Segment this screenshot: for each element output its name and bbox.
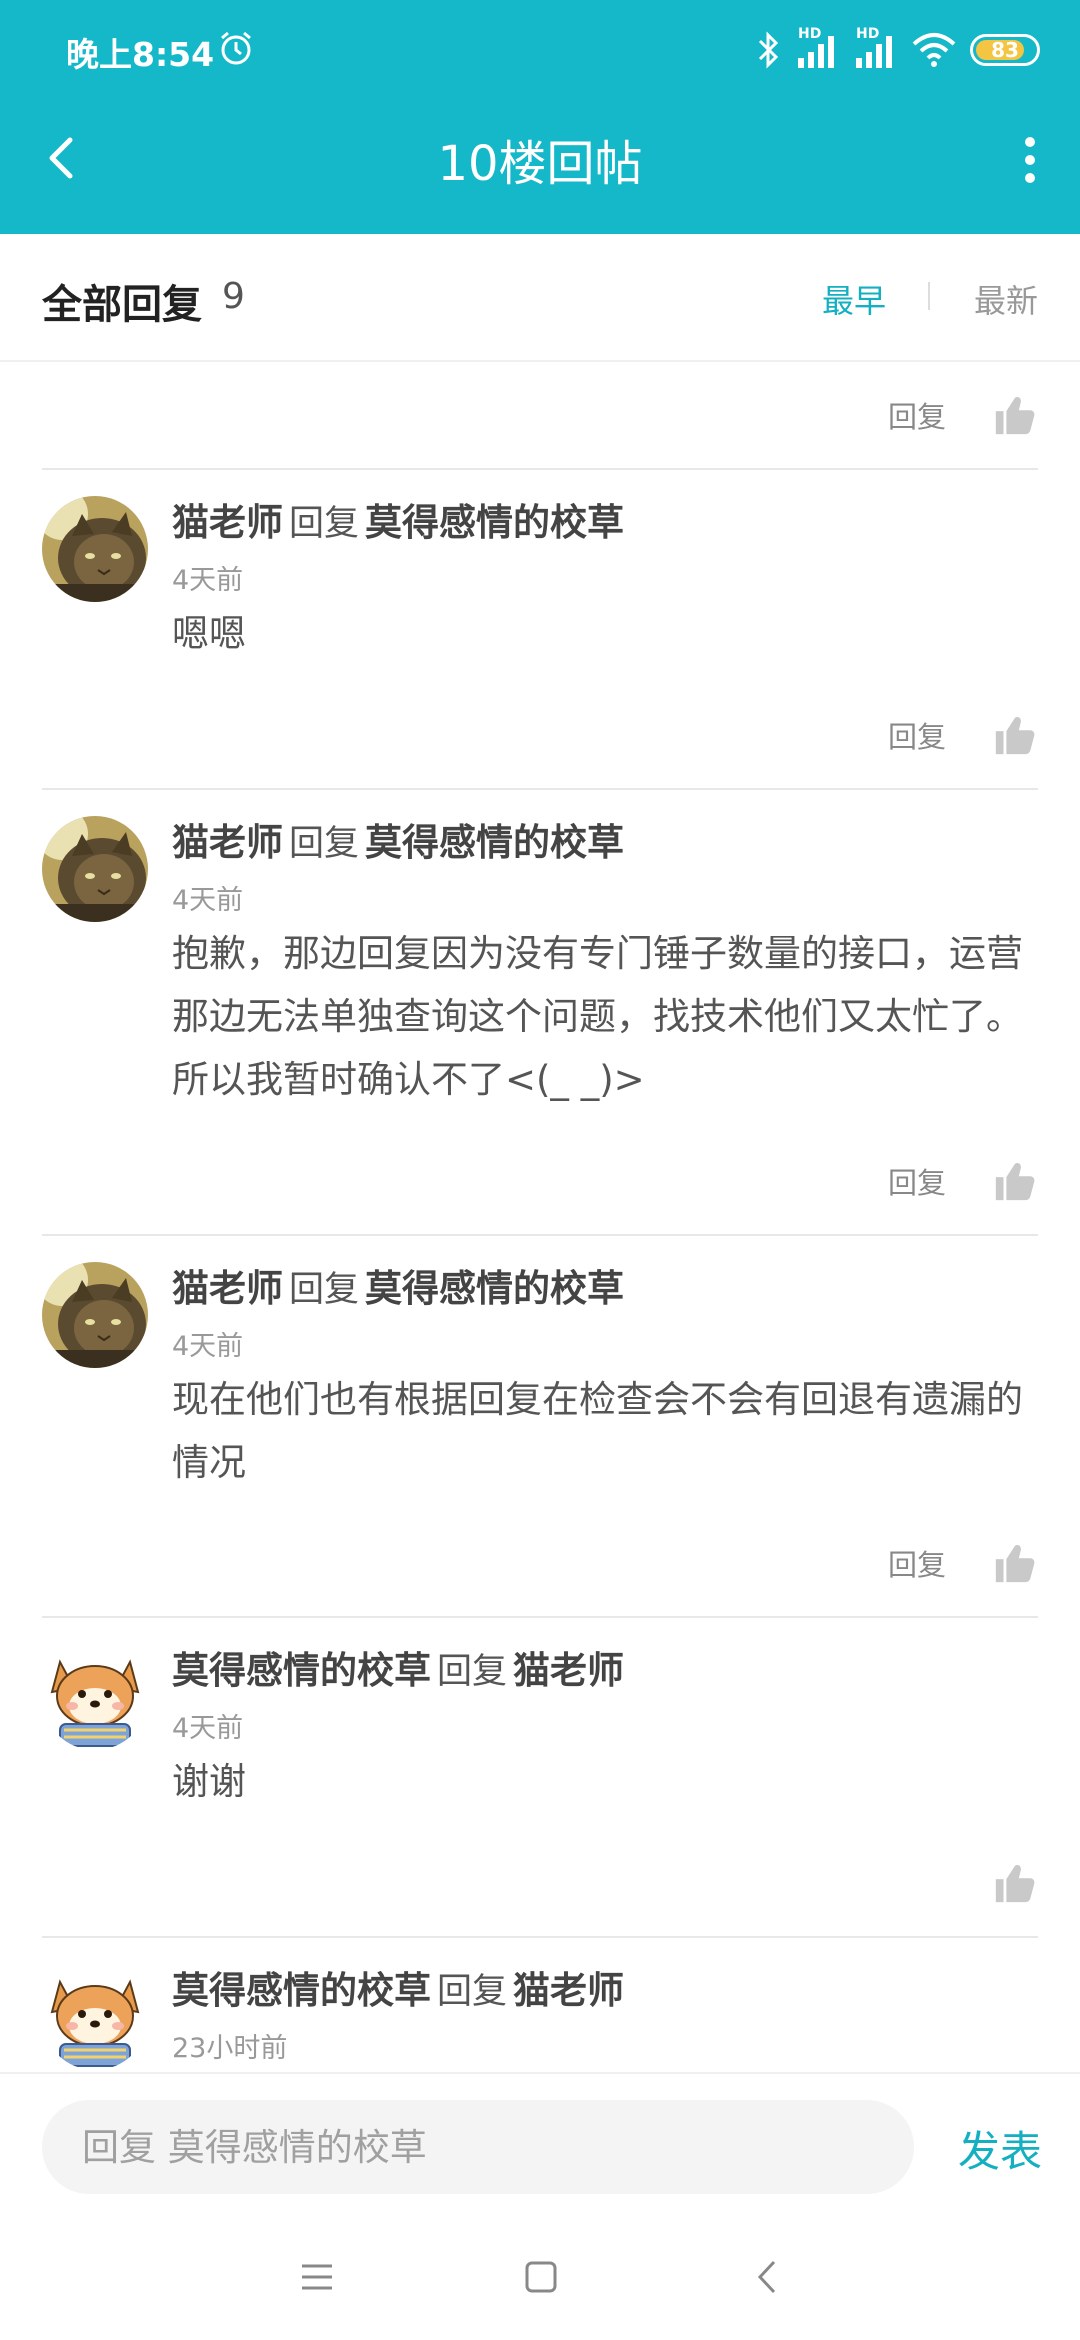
- avatar[interactable]: [42, 1644, 148, 1750]
- list-item: 猫老师 回复 莫得感情的校草 4天前 抱歉，那边回复因为没有专门锤子数量的接口，运营…: [0, 788, 1080, 1234]
- author-name[interactable]: 猫老师: [172, 821, 283, 864]
- comment-header: 莫得感情的校草 回复 猫老师: [172, 1960, 624, 2014]
- comment-time: 4天前: [172, 1713, 244, 1744]
- nav-back-icon[interactable]: [744, 2252, 794, 2302]
- author-name[interactable]: 猫老师: [172, 1267, 283, 1310]
- list-item: 莫得感情的校草 回复 猫老师 23小时前: [0, 1936, 1080, 2072]
- all-replies-label: 全部回复: [42, 282, 202, 328]
- comment-actions: 回复: [888, 712, 1038, 758]
- reply-word: 回复: [437, 1972, 508, 2012]
- thumbs-up-icon[interactable]: [992, 712, 1038, 758]
- reply-input[interactable]: [42, 2100, 914, 2194]
- sort-latest-tab[interactable]: 最新: [974, 276, 1038, 322]
- thumbs-up-icon[interactable]: [992, 1540, 1038, 1586]
- avatar[interactable]: [42, 1262, 148, 1368]
- status-time: 晚上8:54: [66, 35, 215, 74]
- status-icons: HD HD 83: [754, 26, 1040, 74]
- reply-word: 回复: [289, 824, 360, 864]
- reply-word: 回复: [437, 1652, 508, 1692]
- title-bar: 10楼回帖: [0, 100, 1080, 234]
- comment-actions: 回复: [888, 1540, 1038, 1586]
- status-bar: 晚上8:54 HD HD 83: [0, 0, 1080, 100]
- reply-target-name[interactable]: 猫老师: [513, 1969, 624, 2012]
- reply-button[interactable]: 回复: [888, 1542, 946, 1584]
- alarm-clock-icon: [221, 31, 251, 65]
- system-nav-bar: [0, 2212, 1080, 2340]
- comment-header: 猫老师 回复 莫得感情的校草: [172, 492, 624, 546]
- bluetooth-icon: [758, 31, 779, 69]
- comment-time: 23小时前: [172, 2033, 288, 2064]
- battery-level: 83: [991, 38, 1019, 62]
- menu-icon[interactable]: [292, 2252, 342, 2302]
- comment-header: 莫得感情的校草 回复 猫老师: [172, 1640, 624, 1694]
- cell-signal-icon: [798, 36, 834, 68]
- comment-text: 抱歉，那边回复因为没有专门锤子数量的接口，运营那边无法单独查询这个问题，找技术他…: [172, 932, 1023, 1101]
- comment-text: 谢谢: [172, 1760, 246, 1803]
- cell-signal-icon: [856, 36, 892, 68]
- author-name[interactable]: 猫老师: [172, 501, 283, 544]
- reply-count: 9: [222, 276, 245, 317]
- comment-text: 嗯嗯: [172, 612, 246, 655]
- battery-indicator: 83: [970, 34, 1040, 66]
- reply-target-name[interactable]: 莫得感情的校草: [365, 821, 624, 864]
- home-square-icon[interactable]: [516, 2252, 566, 2302]
- reply-button[interactable]: 回复: [888, 394, 946, 436]
- reply-input-bar: 发表: [0, 2072, 1080, 2212]
- thumbs-up-icon[interactable]: [992, 392, 1038, 438]
- reply-target-name[interactable]: 莫得感情的校草: [365, 501, 624, 544]
- list-item: 猫老师 回复 莫得感情的校草 4天前 嗯嗯 回复: [0, 468, 1080, 788]
- comment-header: 猫老师 回复 莫得感情的校草: [172, 1258, 624, 1312]
- list-item: 猫老师 回复 莫得感情的校草 4天前 现在他们也有根据回复在检查会不会有回退有遗漏的…: [0, 1234, 1080, 1616]
- avatar[interactable]: [42, 496, 148, 602]
- comment-time: 4天前: [172, 565, 244, 596]
- sort-separator: [928, 282, 930, 310]
- comment-actions: [992, 1860, 1038, 1906]
- app-header: 晚上8:54 HD HD 83 10楼回帖: [0, 0, 1080, 234]
- signal-2: HD: [854, 26, 898, 70]
- list-item: 莫得感情的校草 回复 猫老师 4天前 谢谢: [0, 1616, 1080, 1936]
- wifi-icon: [912, 33, 956, 67]
- reply-list: 回复 猫老师 回复 莫得感情的校草 4天前 嗯嗯 回复 猫老师 回复 莫得感情的校草 4…: [0, 362, 1080, 2072]
- reply-word: 回复: [289, 504, 360, 544]
- comment-time: 4天前: [172, 1331, 244, 1362]
- submit-button[interactable]: 发表: [958, 2118, 1042, 2179]
- comment-header: 猫老师 回复 莫得感情的校草: [172, 812, 624, 866]
- sort-earliest-tab[interactable]: 最早: [822, 276, 886, 322]
- comment-text: 现在他们也有根据回复在检查会不会有回退有遗漏的情况: [172, 1378, 1023, 1484]
- comment-actions: 回复: [888, 1158, 1038, 1204]
- reply-button[interactable]: 回复: [888, 714, 946, 756]
- reply-target-name[interactable]: 猫老师: [513, 1649, 624, 1692]
- reply-filter-bar: 全部回复 9 最早 最新: [0, 234, 1080, 362]
- reply-word: 回复: [289, 1270, 360, 1310]
- avatar[interactable]: [42, 816, 148, 922]
- reply-button[interactable]: 回复: [888, 1160, 946, 1202]
- reply-target-name[interactable]: 莫得感情的校草: [365, 1267, 624, 1310]
- page-title: 10楼回帖: [437, 136, 643, 192]
- author-name[interactable]: 莫得感情的校草: [172, 1969, 431, 2012]
- thumbs-up-icon[interactable]: [992, 1158, 1038, 1204]
- comment-time: 4天前: [172, 885, 244, 916]
- more-vertical-icon[interactable]: [1016, 130, 1044, 190]
- thumbs-up-icon[interactable]: [992, 1860, 1038, 1906]
- avatar[interactable]: [42, 1964, 148, 2070]
- signal-1: HD: [796, 26, 840, 70]
- author-name[interactable]: 莫得感情的校草: [172, 1649, 431, 1692]
- comment-actions: 回复: [888, 392, 1038, 438]
